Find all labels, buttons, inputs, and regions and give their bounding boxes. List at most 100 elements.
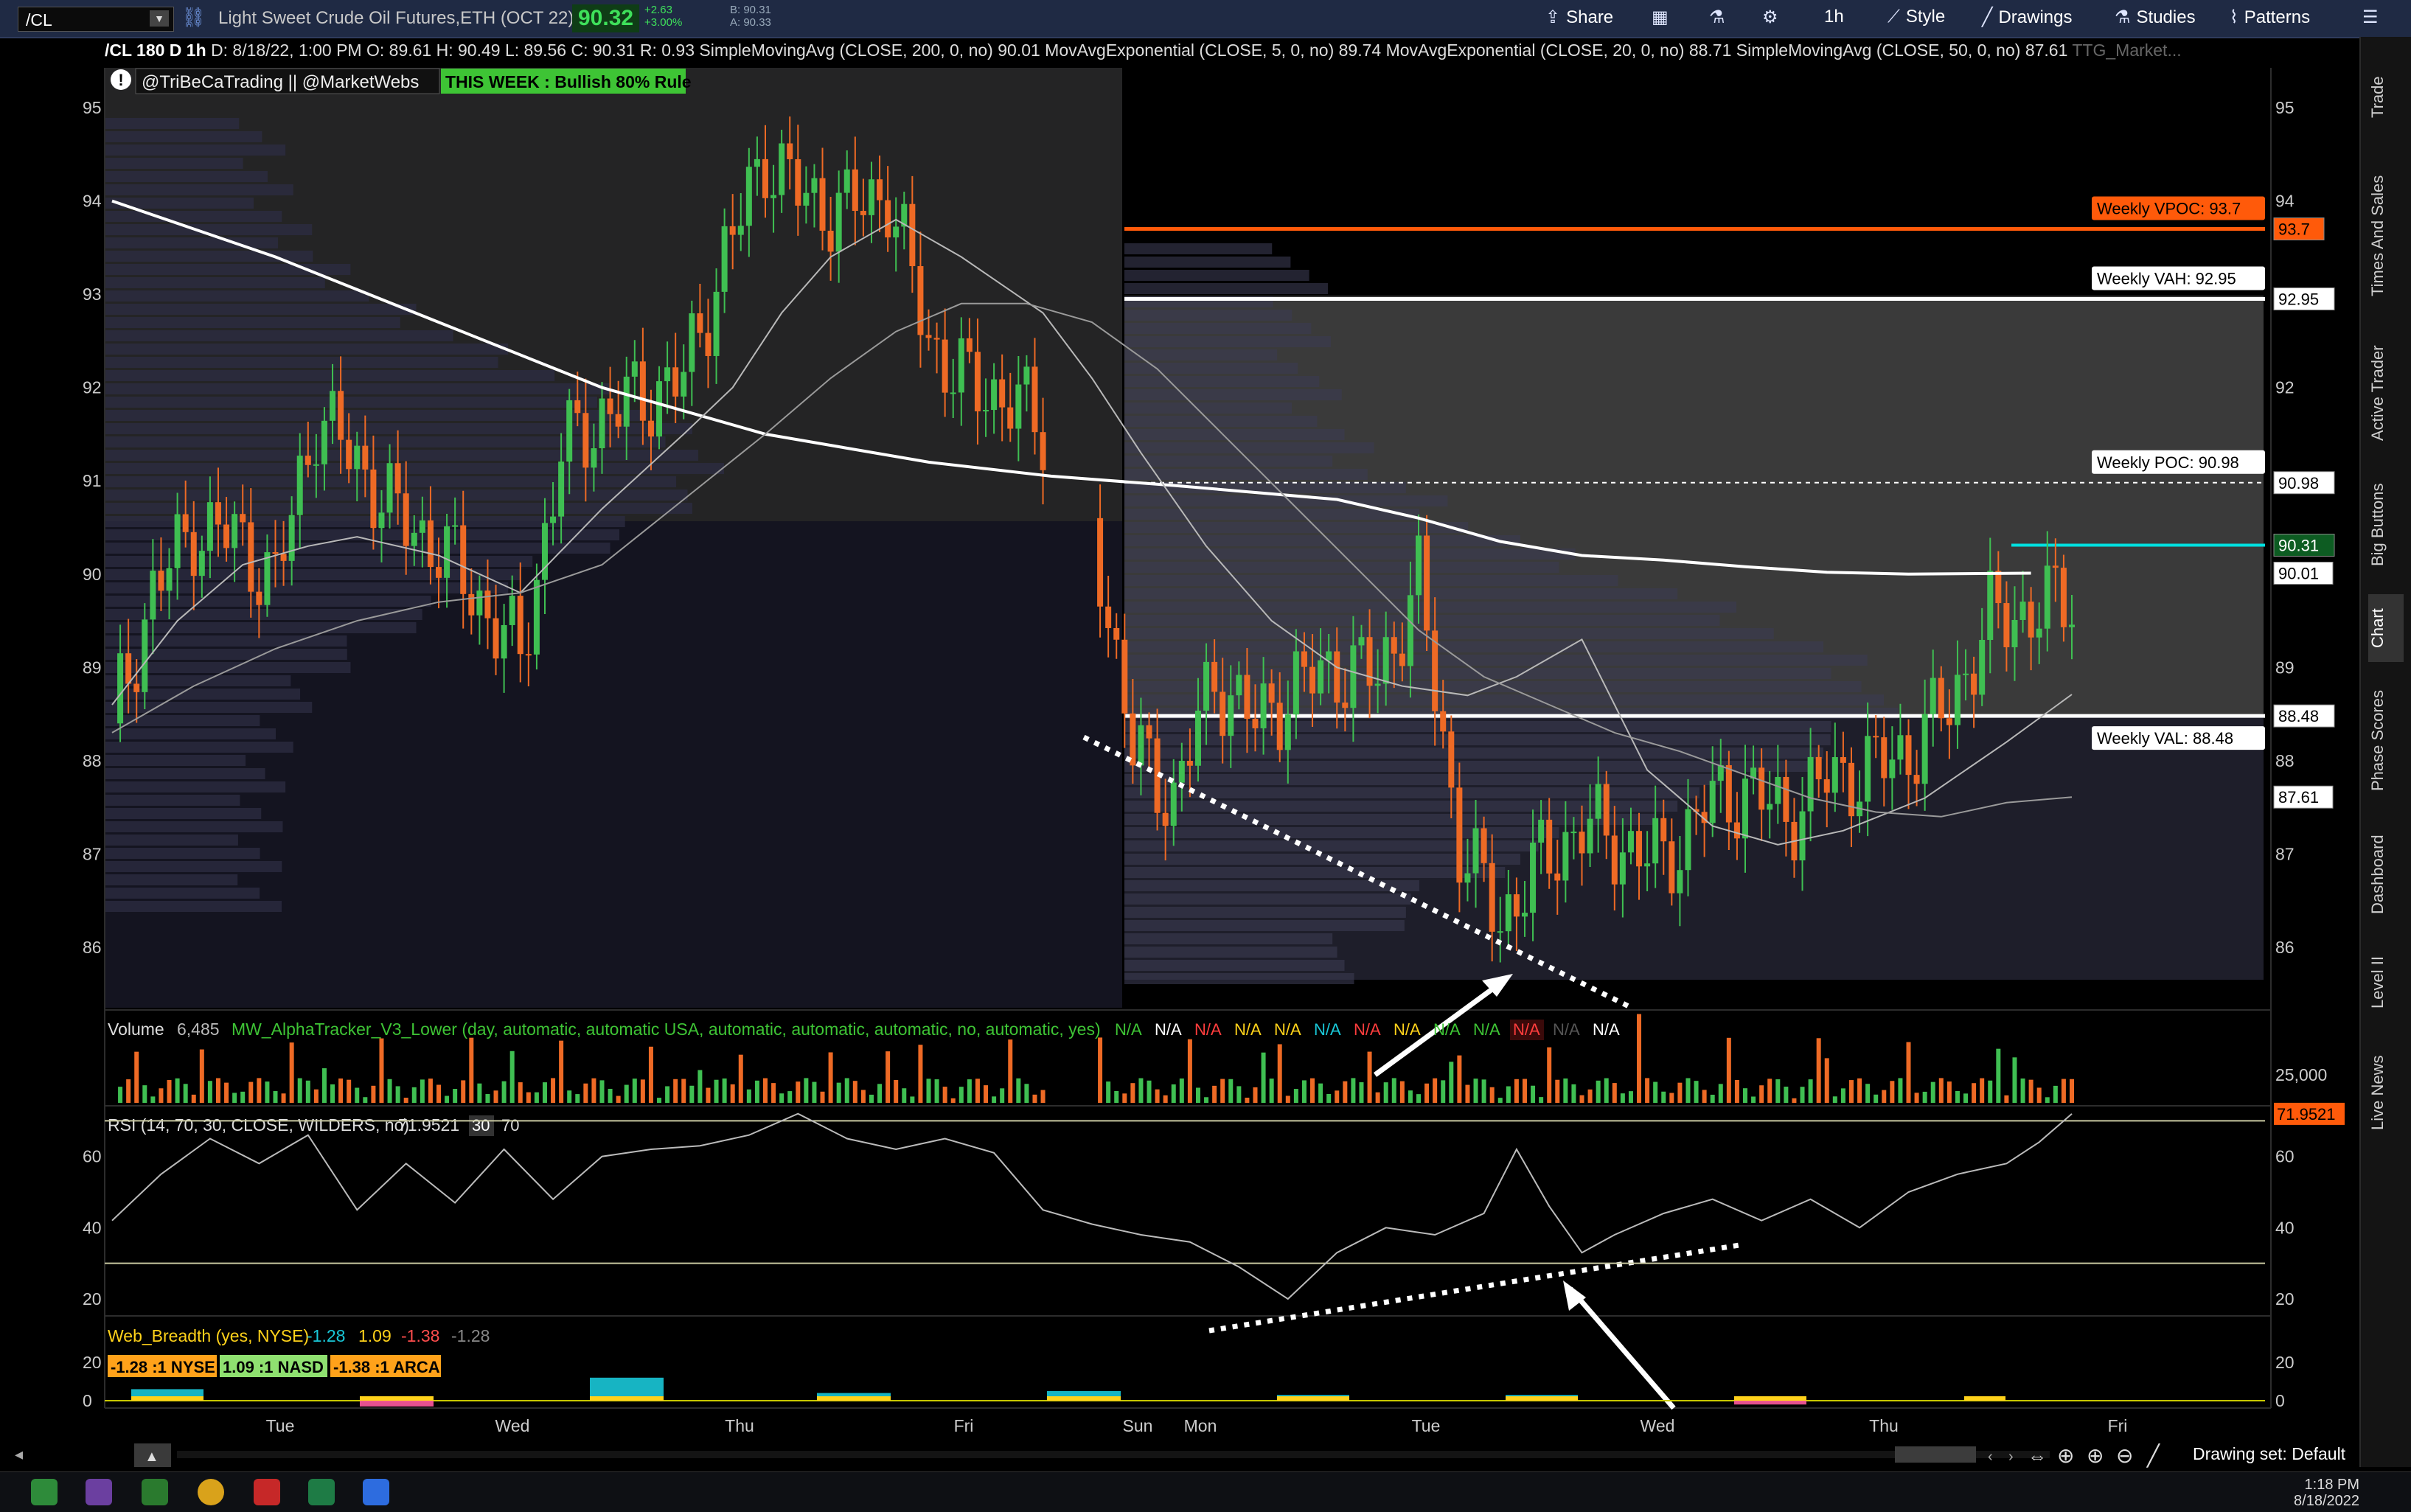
candle-body: [754, 158, 760, 167]
app-zoom-icon[interactable]: [363, 1479, 389, 1505]
volume-bar: [1147, 1080, 1152, 1103]
volume-bar: [616, 1095, 621, 1103]
volume-bar: [942, 1087, 947, 1103]
candle-body: [517, 596, 523, 655]
volume-axis-tick: 25,000: [2275, 1065, 2327, 1084]
candle-body: [476, 590, 483, 616]
tab-phase-scores[interactable]: Phase Scores: [2368, 675, 2404, 806]
profile-bar: [1124, 960, 1345, 971]
volume-bar: [1539, 1097, 1544, 1103]
tab-times-and-sales[interactable]: Times And Sales: [2368, 155, 2404, 317]
candle-body: [1685, 809, 1691, 871]
volume-bar: [1016, 1078, 1021, 1103]
tab-level-ii[interactable]: Level II: [2368, 942, 2404, 1023]
drawing-set-label[interactable]: Drawing set: Default: [2193, 1444, 2346, 1463]
volume-bar: [167, 1080, 172, 1103]
app-chrome-icon[interactable]: [198, 1479, 224, 1505]
draw-line-icon[interactable]: ╱: [2146, 1443, 2161, 1468]
volume-bar: [395, 1086, 400, 1103]
candle-body: [1611, 835, 1618, 885]
profile-bar: [1124, 310, 1293, 321]
candle-body: [386, 463, 393, 513]
zoom-in-icon[interactable]: ⊕: [2087, 1444, 2104, 1467]
volume-bar: [632, 1079, 637, 1103]
volume-bar: [1195, 1087, 1200, 1103]
chevron-left-icon[interactable]: ‹: [1988, 1449, 1993, 1465]
profile-bar: [1124, 947, 1337, 958]
time-tick: Thu: [725, 1416, 754, 1435]
volume-bar: [1040, 1090, 1046, 1103]
scrollbar-thumb[interactable]: [1895, 1446, 1976, 1463]
alphatracker-study[interactable]: MW_AlphaTracker_V3_Lower (day, automatic…: [232, 1020, 1101, 1039]
candle-body: [1472, 828, 1479, 874]
volume-bar: [648, 1046, 653, 1103]
volume-bar: [886, 1051, 891, 1103]
volume-bar: [1840, 1088, 1845, 1103]
rsi-title[interactable]: RSI (14, 70, 30, CLOSE, WILDERS, no): [108, 1115, 409, 1135]
volume-bar: [281, 1093, 286, 1103]
volume-header: Volume 6,485 MW_AlphaTracker_V3_Lower (d…: [108, 1020, 1620, 1040]
volume-bar: [1571, 1084, 1576, 1103]
time-axis: Tue Wed Thu Fri Sun Mon Tue Wed Thu Fri: [266, 1416, 2128, 1435]
volume-bar: [1497, 1098, 1503, 1103]
breadth-tick-left: 0: [83, 1391, 92, 1410]
candle-body: [819, 178, 826, 231]
candle-body: [664, 367, 671, 382]
volume-bar: [1285, 1095, 1290, 1103]
volume-bar: [551, 1078, 556, 1103]
volume-title: Volume: [108, 1020, 164, 1039]
candle-body: [1946, 718, 1952, 725]
volume-bar: [1775, 1079, 1781, 1103]
tab-trade[interactable]: Trade: [2368, 53, 2404, 142]
app-tos-icon[interactable]: [31, 1479, 58, 1505]
volume-bar: [1906, 1042, 1911, 1103]
volume-bar: [1685, 1078, 1691, 1103]
tab-dashboard[interactable]: Dashboard: [2368, 817, 2404, 932]
profile-bar: [105, 144, 286, 156]
breadth-tick-right: 20: [2275, 1353, 2295, 1372]
app-slack-icon[interactable]: [86, 1479, 112, 1505]
scrollbar-track[interactable]: [177, 1451, 2050, 1458]
volume-bar: [1669, 1093, 1674, 1103]
volume-bar: [363, 1097, 368, 1103]
menu-button[interactable]: ☰: [2362, 7, 2384, 28]
volume-bar: [1473, 1079, 1478, 1103]
profile-bar: [1124, 283, 1328, 294]
volume-bar: [796, 1081, 801, 1103]
candle-body: [1007, 407, 1014, 429]
profile-bar: [1124, 562, 1559, 573]
volume-bar: [215, 1078, 220, 1103]
candle-body: [672, 367, 679, 397]
app-thinkorswim-icon[interactable]: [142, 1479, 168, 1505]
app-lastpass-icon[interactable]: [254, 1479, 280, 1505]
chevron-left-icon[interactable]: ◂: [15, 1445, 23, 1463]
candle-body: [2069, 624, 2075, 627]
app-excel-icon[interactable]: [308, 1479, 335, 1505]
crosshair-icon[interactable]: ⊕: [2057, 1444, 2074, 1467]
info-icon[interactable]: !: [111, 69, 131, 90]
price-tick-left: 86: [83, 938, 102, 957]
price-tick-left: 87: [83, 844, 102, 863]
tab-big-buttons[interactable]: Big Buttons: [2368, 466, 2404, 584]
tab-live-news[interactable]: Live News: [2368, 1034, 2404, 1152]
chevron-right-icon[interactable]: ›: [2008, 1449, 2014, 1465]
breadth-title[interactable]: Web_Breadth (yes, NYSE): [108, 1326, 309, 1345]
volume-bar: [1922, 1091, 1927, 1103]
tab-chart[interactable]: Chart: [2368, 594, 2404, 662]
candle-body: [1709, 781, 1716, 823]
volume-bar: [175, 1078, 180, 1103]
candle-body: [2028, 602, 2034, 638]
candle-body: [1203, 661, 1210, 711]
volume-bar: [1506, 1086, 1511, 1103]
arca-badge: -1.38 :1 ARCA: [333, 1358, 440, 1376]
chart-area[interactable]: 8686878788888989909091919292939394949595…: [0, 0, 2359, 1471]
tab-active-trader[interactable]: Active Trader: [2368, 330, 2404, 456]
price-tick-left: 92: [83, 378, 102, 397]
profile-bar: [105, 330, 453, 341]
expand-horizontal-icon[interactable]: ⇔: [2028, 1445, 2047, 1467]
candle-body: [599, 398, 605, 449]
level-label: Weekly VAL: 88.48: [2097, 729, 2233, 748]
na-labels: N/A N/A N/A N/A N/A N/A N/A N/A N/A N/A N/A N/A N/A: [1115, 1020, 1620, 1040]
volume-bar: [2070, 1079, 2074, 1103]
zoom-out-icon[interactable]: ⊖: [2116, 1444, 2133, 1467]
